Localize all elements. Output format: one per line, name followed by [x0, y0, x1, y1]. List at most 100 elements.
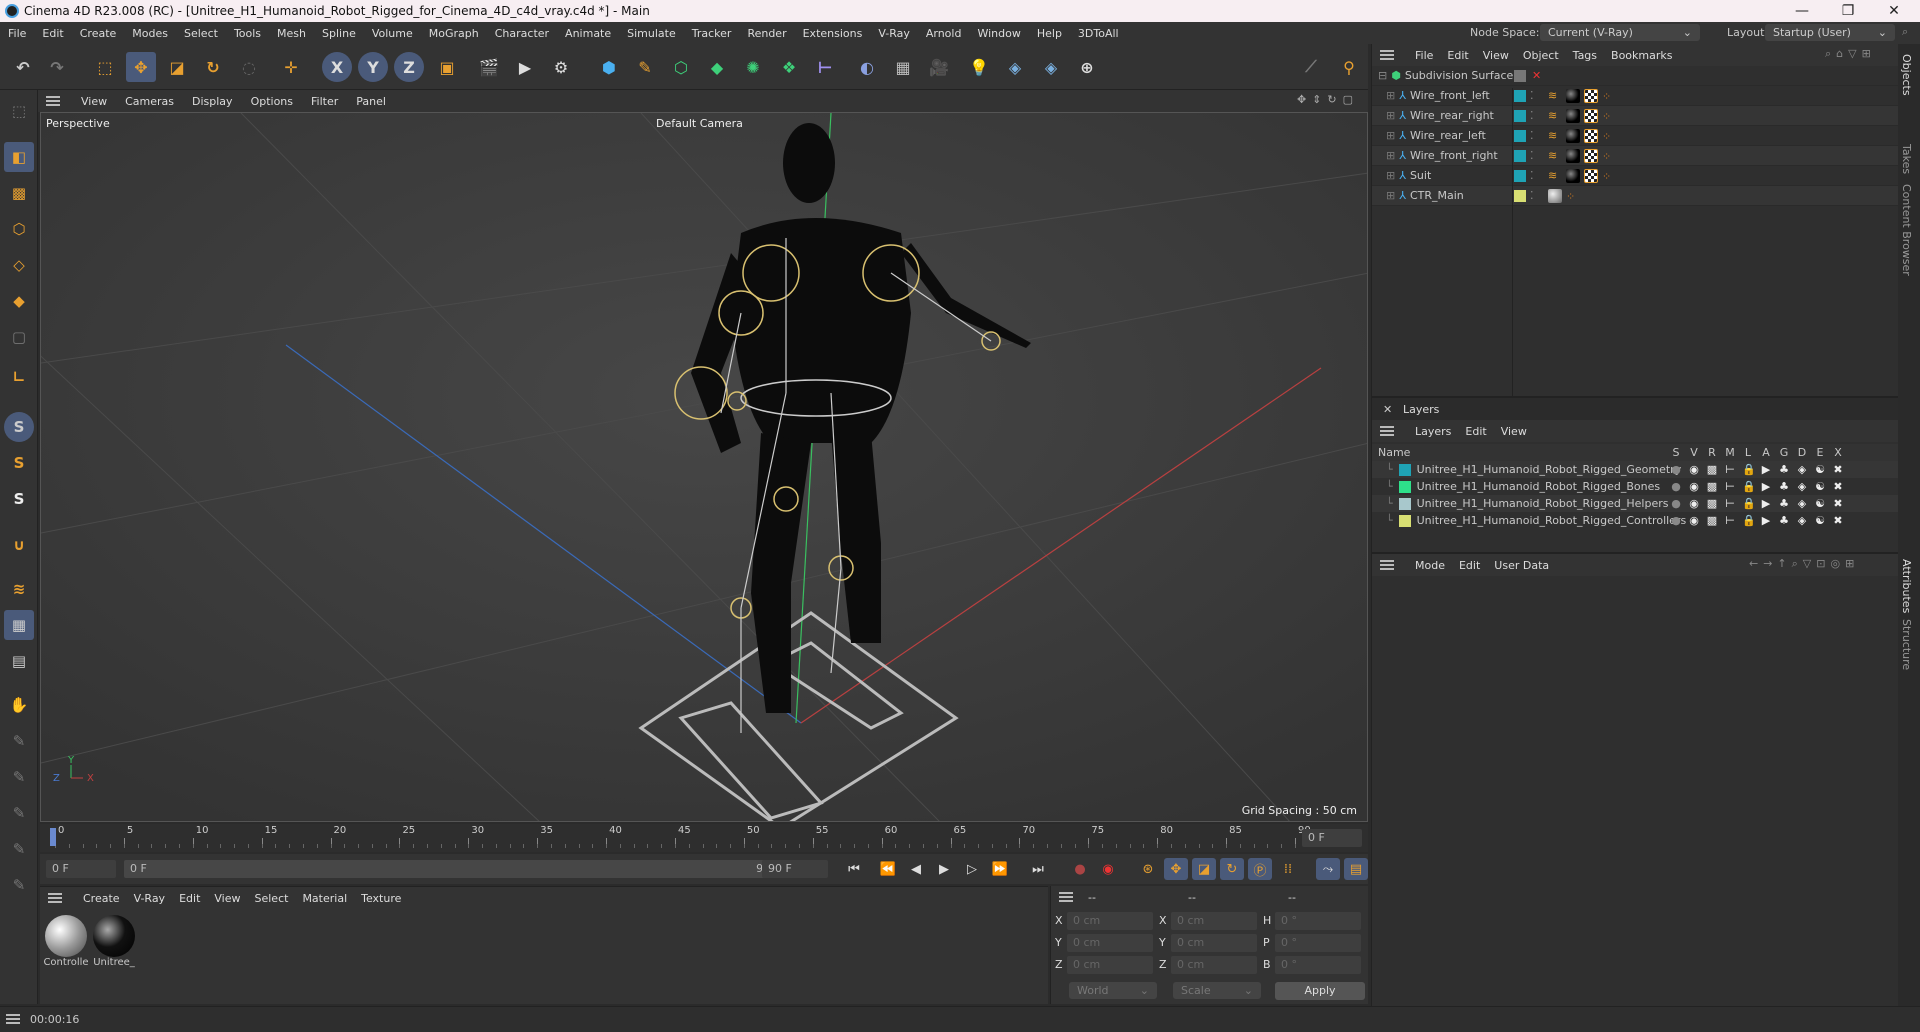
points-mode-icon[interactable]: ⬡: [4, 214, 34, 244]
layer-generators-icon[interactable]: ♣: [1778, 463, 1790, 476]
locked-workplane-icon[interactable]: ▤: [4, 646, 34, 676]
material-menu-edit[interactable]: Edit: [172, 892, 207, 905]
next-key-icon[interactable]: ⏩: [988, 858, 1012, 880]
tab-takes[interactable]: Takes: [1900, 144, 1913, 174]
layer-generators-icon[interactable]: ♣: [1778, 514, 1790, 527]
attributes-toolbar-icons[interactable]: ←→↑⌕▽⊡◎⊞: [1742, 557, 1866, 571]
object-row[interactable]: ⊞ ⅄ Wire_rear_right ⁚ ≋ ⁘: [1372, 106, 1899, 126]
menu-spline[interactable]: Spline: [314, 27, 364, 40]
material-tag-icon[interactable]: [1566, 129, 1580, 143]
floor-icon[interactable]: ▦: [888, 52, 918, 82]
visibility-dots-icon[interactable]: ⁚: [1530, 129, 1534, 142]
layer-column-header[interactable]: V: [1688, 446, 1700, 459]
sculpt-brush-icon[interactable]: ✎: [4, 798, 34, 828]
layer-lock-icon[interactable]: 🔒: [1742, 514, 1756, 527]
keyframe-selection-icon[interactable]: ⊛: [1136, 858, 1160, 880]
current-frame-field[interactable]: 0 F: [1302, 829, 1362, 847]
layer-expressions-icon[interactable]: ☯: [1814, 497, 1826, 510]
viewport-menu-display[interactable]: Display: [183, 95, 242, 108]
layer-expressions-icon[interactable]: ☯: [1814, 514, 1826, 527]
attributes-menu-user-data[interactable]: User Data: [1487, 559, 1556, 572]
layer-column-header[interactable]: G: [1778, 446, 1790, 459]
texture-tag-icon[interactable]: [1584, 149, 1598, 163]
playhead[interactable]: [50, 828, 56, 846]
hamburger-icon[interactable]: [1380, 50, 1394, 60]
timeline-ruler[interactable]: 051015202530354045505560657075808590 0 F: [40, 824, 1368, 852]
go-to-end-icon[interactable]: ⏭: [1026, 858, 1050, 880]
key-position-icon[interactable]: ✥: [1164, 858, 1188, 880]
expand-icon[interactable]: ⊞: [1386, 109, 1395, 122]
tab-objects[interactable]: Objects: [1900, 54, 1913, 96]
skin-tag-icon[interactable]: ≋: [1548, 89, 1562, 103]
menu-tracker[interactable]: Tracker: [684, 27, 740, 40]
layer-column-header[interactable]: X: [1832, 446, 1844, 459]
texture-mode-icon[interactable]: ▩: [4, 178, 34, 208]
end-frame-field[interactable]: 90 F: [762, 860, 828, 878]
coord-field[interactable]: 0 cm: [1171, 934, 1257, 952]
layer-deformers-icon[interactable]: ◈: [1796, 497, 1808, 510]
layer-animation-icon[interactable]: ▶: [1760, 480, 1772, 493]
layer-color-swatch[interactable]: [1514, 130, 1526, 142]
layer-xrefs-icon[interactable]: ✖: [1832, 463, 1844, 476]
layout-select[interactable]: Startup (User) ⌄: [1765, 24, 1895, 41]
render-region-icon[interactable]: 🎬: [474, 52, 504, 82]
rotate-icon[interactable]: ↻: [198, 52, 228, 82]
layer-solo-icon[interactable]: ●: [1670, 480, 1682, 493]
tab-attributes[interactable]: Attributes: [1900, 559, 1913, 613]
light-icon[interactable]: 💡: [964, 52, 994, 82]
material-menu-select[interactable]: Select: [248, 892, 296, 905]
frame-range-slider[interactable]: 0 F 90 F: [124, 860, 788, 878]
apply-button[interactable]: Apply: [1275, 982, 1365, 1000]
transform-icon[interactable]: ✛: [276, 52, 306, 82]
hamburger-icon[interactable]: [6, 1014, 20, 1024]
world-select[interactable]: World ⌄: [1069, 982, 1157, 999]
model-mode-icon[interactable]: ◧: [4, 142, 34, 172]
material-item[interactable]: Controlle: [43, 915, 89, 968]
menu-render[interactable]: Render: [739, 27, 794, 40]
layer-manager-icon[interactable]: ⊢: [1724, 497, 1736, 510]
hamburger-icon[interactable]: [1380, 426, 1394, 436]
z-axis-icon[interactable]: Z: [394, 52, 424, 82]
layer-lock-icon[interactable]: 🔒: [1742, 497, 1756, 510]
sculpt-pull-icon[interactable]: ✎: [4, 726, 34, 756]
material-item[interactable]: Unitree_: [91, 915, 137, 968]
layer-row[interactable]: └ Unitree_H1_Humanoid_Robot_Rigged_Contro…: [1372, 512, 1898, 529]
live-selection-icon[interactable]: ⬚: [90, 52, 120, 82]
layer-animation-icon[interactable]: ▶: [1760, 497, 1772, 510]
layer-generators-icon[interactable]: ♣: [1778, 497, 1790, 510]
menu-animate[interactable]: Animate: [557, 27, 619, 40]
key-pla-icon[interactable]: ⁞⁞: [1276, 858, 1300, 880]
paint-icon[interactable]: ✋: [4, 690, 34, 720]
layer-xrefs-icon[interactable]: ✖: [1832, 514, 1844, 527]
layer-color-swatch[interactable]: [1514, 190, 1526, 202]
menu-simulate[interactable]: Simulate: [619, 27, 684, 40]
vray-tag-icon[interactable]: ⁘: [1566, 190, 1575, 203]
field-icon[interactable]: ◐: [852, 52, 882, 82]
object-toolbar-icons[interactable]: ⌕⌂▽⊞: [1818, 47, 1883, 61]
layer-color-swatch[interactable]: [1514, 110, 1526, 122]
hamburger-icon[interactable]: [1380, 560, 1394, 570]
magnet-icon[interactable]: ∪: [4, 530, 34, 560]
layer-row[interactable]: └ Unitree_H1_Humanoid_Robot_Rigged_Helper…: [1372, 495, 1898, 512]
layer-row[interactable]: └ Unitree_H1_Humanoid_Robot_Rigged_Bones ●…: [1372, 478, 1898, 495]
layer-solo-icon[interactable]: ●: [1670, 514, 1682, 527]
menu-create[interactable]: Create: [72, 27, 125, 40]
3d-viewport[interactable]: Y X Z Perspective Default Camera Grid Spac…: [40, 112, 1368, 822]
layer-expressions-icon[interactable]: ☯: [1814, 480, 1826, 493]
material-tag-icon[interactable]: [1566, 169, 1580, 183]
menu-modes[interactable]: Modes: [124, 27, 176, 40]
grid-snap-icon[interactable]: ▦: [4, 610, 34, 640]
menu-character[interactable]: Character: [487, 27, 557, 40]
viewport-camera-label[interactable]: Default Camera: [656, 117, 743, 130]
texture-tag-icon[interactable]: [1584, 89, 1598, 103]
menu-file[interactable]: File: [0, 27, 34, 40]
material-menu-material[interactable]: Material: [295, 892, 354, 905]
y-axis-icon[interactable]: Y: [358, 52, 388, 82]
workplane-icon[interactable]: ≋: [4, 574, 34, 604]
layer-animation-icon[interactable]: ▶: [1760, 514, 1772, 527]
timeline-icon[interactable]: ▤: [1344, 858, 1368, 880]
layers-menu-view[interactable]: View: [1494, 425, 1534, 438]
key-scale-icon[interactable]: ◪: [1192, 858, 1216, 880]
layer-render-icon[interactable]: ▩: [1706, 480, 1718, 493]
make-editable-icon[interactable]: ⬚: [4, 96, 34, 126]
